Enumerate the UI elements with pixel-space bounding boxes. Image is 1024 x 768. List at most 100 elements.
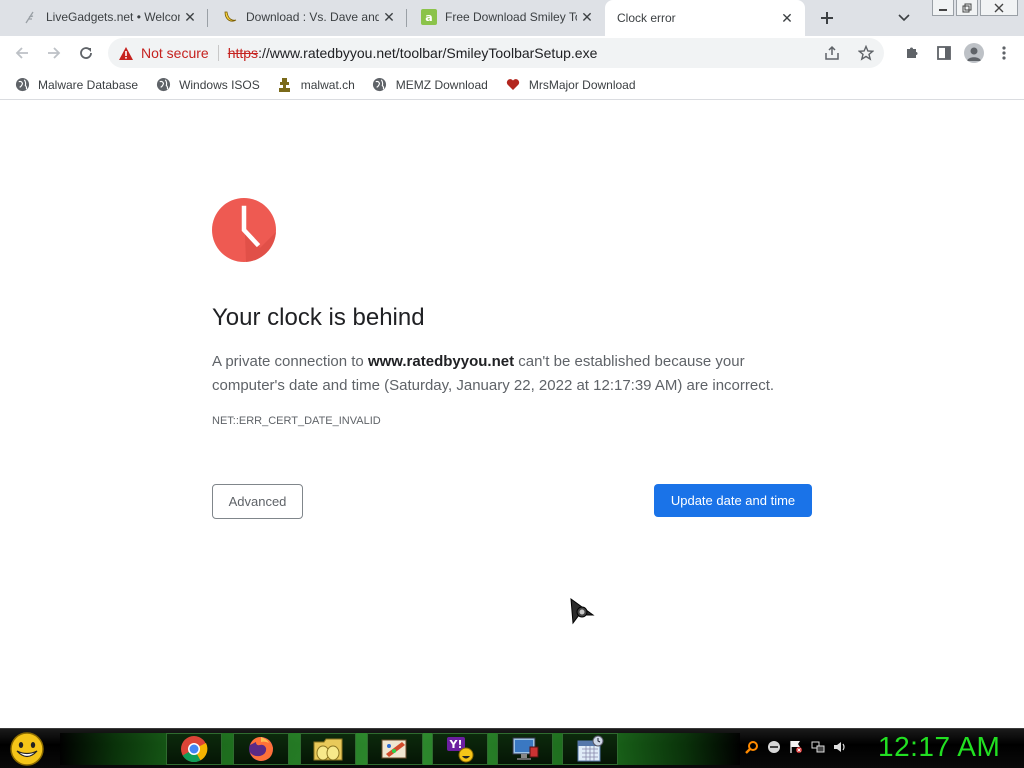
globe-icon (372, 77, 388, 93)
tab-title: LiveGadgets.net • Welcome (46, 10, 180, 24)
taskbar: Y! 12:17 AM (0, 728, 1024, 768)
arrow-left-icon (15, 47, 28, 59)
tab-clock-error[interactable]: Clock error ✕ (605, 0, 805, 36)
computer-icon (512, 737, 539, 760)
taskbar-folder[interactable] (300, 733, 356, 765)
tab-download-dave[interactable]: Download : Vs. Dave and ✕ (208, 0, 407, 34)
close-icon[interactable]: ✕ (379, 7, 399, 27)
new-tab-button[interactable] (814, 5, 840, 31)
address-bar[interactable]: Not secure https://www.ratedbyyou.net/to… (108, 38, 884, 68)
taskbar-paint[interactable] (367, 733, 423, 765)
star-icon (858, 45, 874, 61)
reload-button[interactable] (74, 41, 98, 65)
flag-icon (790, 741, 802, 753)
globe-icon (155, 77, 171, 93)
close-icon (994, 3, 1004, 12)
heart-icon (505, 77, 521, 93)
firefox-icon (249, 737, 273, 761)
bookmark-windows-isos[interactable]: Windows ISOS (155, 72, 260, 98)
minus-circle-icon (768, 741, 780, 753)
close-icon[interactable]: ✕ (577, 7, 597, 27)
tab-livegadgets[interactable]: LiveGadgets.net • Welcome ✕ (8, 0, 208, 34)
calendar-icon (577, 735, 604, 762)
search-icon (745, 741, 758, 754)
person-icon (967, 47, 981, 61)
volume-icon (834, 742, 845, 752)
taskbar-chrome[interactable] (166, 733, 222, 765)
mouse-cursor-icon (569, 597, 599, 627)
restore-button[interactable] (956, 0, 978, 16)
yahoo-messenger-icon: Y! (447, 737, 474, 763)
not-secure-label[interactable]: Not secure (141, 45, 209, 61)
minimize-icon (939, 8, 947, 11)
share-button[interactable] (822, 43, 842, 63)
tab-title: Free Download Smiley Toolbar (445, 10, 577, 24)
toolbar-actions (900, 41, 1016, 65)
omnibox-divider (217, 45, 219, 61)
arrow-right-icon (48, 47, 61, 59)
bookmark-label: Malware Database (38, 77, 139, 92)
paint-icon (381, 739, 407, 759)
menu-button[interactable] (992, 41, 1016, 65)
window-controls (932, 0, 1018, 16)
folder-icon (313, 738, 343, 761)
advanced-button[interactable]: Advanced (212, 484, 303, 519)
error-description: A private connection to www.ratedbyyou.n… (212, 350, 812, 398)
url-text[interactable]: https://www.ratedbyyou.net/toolbar/Smile… (228, 45, 598, 61)
taskbar-computer[interactable] (497, 733, 553, 765)
tray-search[interactable] (744, 739, 760, 755)
close-window-button[interactable] (980, 0, 1018, 16)
banana-icon (222, 9, 238, 25)
url-scheme: https (227, 45, 259, 61)
bookmark-label: MEMZ Download (395, 77, 488, 92)
plus-icon (821, 12, 833, 24)
bookmark-label: malwat.ch (300, 77, 355, 92)
taskbar-calendar[interactable] (562, 733, 618, 765)
side-panel-button[interactable] (932, 41, 956, 65)
taskbar-clock[interactable]: 12:17 AM (878, 731, 1000, 763)
page-title: Your clock is behind (212, 304, 425, 331)
update-date-time-button[interactable]: Update date and time (654, 484, 812, 517)
url-rest: ://www.ratedbyyou.net/toolbar/SmileyTool… (258, 45, 598, 61)
tray-flag[interactable] (788, 739, 804, 755)
puzzle-icon (907, 47, 918, 58)
close-icon[interactable]: ✕ (180, 7, 200, 27)
tray-volume[interactable] (832, 739, 848, 755)
extensions-button[interactable] (900, 41, 924, 65)
start-button[interactable] (6, 731, 48, 767)
profile-avatar[interactable] (964, 43, 984, 63)
tab-title: Clock error (617, 11, 676, 25)
warning-icon[interactable] (118, 45, 134, 61)
bookmark-label: Windows ISOS (179, 77, 260, 92)
chevron-down-icon (898, 14, 910, 22)
bookmark-malwatch[interactable]: malwat.ch (277, 72, 355, 98)
close-icon[interactable]: ✕ (777, 8, 797, 28)
smiley-icon (10, 732, 44, 766)
bookmarks-bar: Malware Database Windows ISOS malwat.ch … (0, 70, 1024, 100)
bookmark-mrsmajor-download[interactable]: MrsMajor Download (505, 72, 636, 98)
restore-icon (962, 3, 972, 12)
tray-network[interactable] (810, 739, 826, 755)
forward-button[interactable] (42, 41, 66, 65)
feather-icon (22, 9, 38, 25)
bookmark-malware-database[interactable]: Malware Database (14, 72, 138, 98)
system-tray (744, 739, 848, 755)
tray-minus[interactable] (766, 739, 782, 755)
taskbar-firefox[interactable] (233, 733, 289, 765)
bookmark-memz-download[interactable]: MEMZ Download (372, 72, 488, 98)
error-code[interactable]: NET::ERR_CERT_DATE_INVALID (212, 415, 381, 427)
reload-icon (80, 47, 92, 59)
taskbar-yahoo-messenger[interactable]: Y! (432, 733, 488, 765)
kebab-menu-icon (1002, 46, 1006, 60)
network-icon (811, 741, 825, 753)
bookmark-star-button[interactable] (856, 43, 876, 63)
tab-free-download-smiley[interactable]: a Free Download Smiley Toolbar ✕ (407, 0, 605, 34)
minimize-button[interactable] (932, 0, 954, 16)
chrome-icon (181, 736, 208, 763)
tab-search-button[interactable] (893, 8, 915, 28)
svg-text:Y!: Y! (449, 738, 463, 751)
green-a-icon: a (421, 9, 437, 25)
back-button[interactable] (10, 41, 34, 65)
bookmark-label: MrsMajor Download (528, 77, 636, 92)
tab-title: Download : Vs. Dave and (246, 10, 379, 24)
